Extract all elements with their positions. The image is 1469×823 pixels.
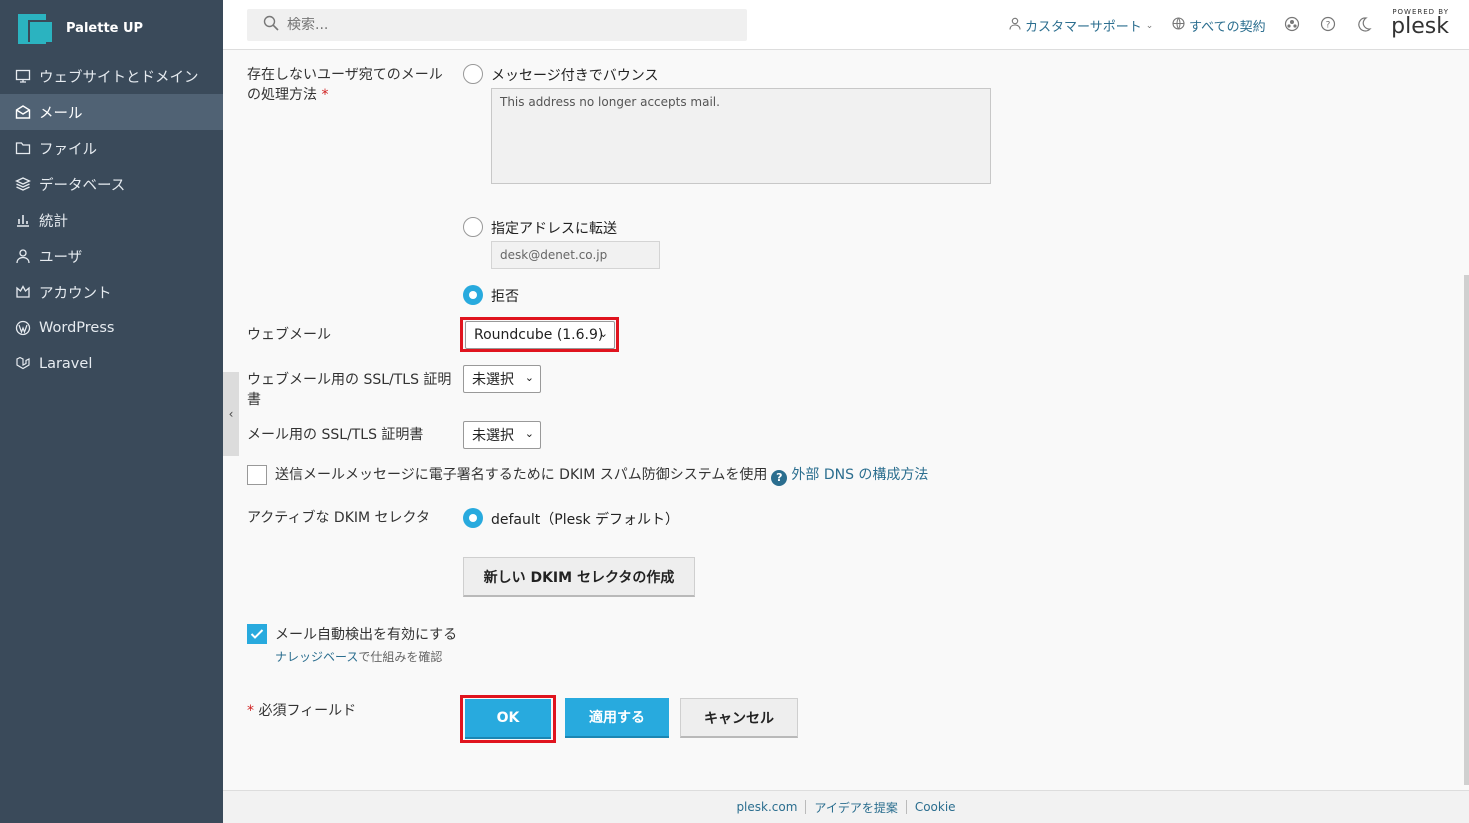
- top-header: カスタマーサポート ⌄ すべての契約 ? POWERED BY plesk: [223, 0, 1469, 50]
- chevron-left-icon: ‹: [228, 407, 234, 421]
- radio-reject[interactable]: [463, 285, 483, 305]
- check-icon: [250, 629, 264, 639]
- all-subscriptions-link[interactable]: すべての契約: [1172, 16, 1266, 35]
- chevron-down-icon: ⌄: [524, 371, 534, 384]
- sidebar-item-label: アカウント: [39, 285, 112, 302]
- palette-logo-icon: [16, 8, 56, 48]
- extensions-icon[interactable]: [1283, 15, 1301, 33]
- mail-ssl-label: メール用の SSL/TLS 証明書: [247, 427, 424, 443]
- sidebar-item-wordpress[interactable]: WordPress: [0, 310, 223, 346]
- webmail-select[interactable]: Roundcube (1.6.9) ⌄: [465, 321, 615, 349]
- sidebar-item-databases[interactable]: データベース: [0, 166, 223, 202]
- customer-support-label: カスタマーサポート: [1025, 20, 1142, 35]
- search-input[interactable]: [287, 17, 707, 33]
- help-icon[interactable]: ?: [1319, 15, 1337, 33]
- brand-name: Palette UP: [66, 20, 144, 36]
- active-dkim-label: アクティブな DKIM セレクタ: [247, 510, 430, 526]
- footer-link-idea[interactable]: アイデアを提案: [806, 799, 905, 816]
- forward-address-input[interactable]: [491, 241, 660, 269]
- dark-mode-icon[interactable]: [1355, 15, 1373, 33]
- footer-link-cookie[interactable]: Cookie: [907, 800, 964, 814]
- autodiscover-label: メール自動検出を有効にする: [275, 627, 458, 643]
- radio-forward-label: 指定アドレスに転送: [491, 221, 617, 237]
- webmail-label: ウェブメール: [247, 327, 331, 343]
- dkim-checkbox[interactable]: [247, 465, 267, 485]
- webmail-ssl-select-value: 未選択: [472, 372, 514, 388]
- dkim-default-label: default（Plesk デフォルト）: [491, 512, 680, 528]
- bounce-message-textarea[interactable]: [491, 88, 991, 184]
- chevron-down-icon: ⌄: [524, 427, 534, 440]
- crown-icon: [14, 283, 32, 301]
- sidebar-item-label: ファイル: [39, 141, 97, 158]
- all-subscriptions-label: すべての契約: [1189, 20, 1266, 35]
- radio-bounce-label: メッセージ付きでバウンス: [491, 68, 659, 84]
- scrollbar[interactable]: [1464, 275, 1469, 785]
- search-bar[interactable]: [247, 9, 747, 41]
- kb-suffix: で仕組みを確認: [358, 650, 443, 664]
- radio-dkim-default[interactable]: [463, 508, 483, 528]
- dkim-row: 送信メールメッセージに電子署名するために DKIM スパム防御システムを使用? 外…: [275, 465, 928, 486]
- help-icon[interactable]: ?: [771, 470, 788, 486]
- plesk-logo[interactable]: POWERED BY plesk: [1389, 8, 1449, 38]
- radio-bounce[interactable]: [463, 64, 483, 84]
- monitor-icon: [14, 67, 32, 85]
- ok-button[interactable]: OK: [465, 699, 551, 739]
- database-icon: [14, 175, 32, 193]
- sidebar-item-label: データベース: [39, 177, 126, 194]
- bar-chart-icon: [14, 211, 32, 229]
- sidebar-item-label: メール: [39, 105, 83, 122]
- apply-button[interactable]: 適用する: [565, 698, 669, 738]
- wordpress-icon: [14, 319, 32, 337]
- dkim-label: 送信メールメッセージに電子署名するために DKIM スパム防御システムを使用: [275, 467, 768, 483]
- kb-row: ナレッジベースで仕組みを確認: [275, 647, 442, 667]
- user-icon: [1009, 17, 1021, 34]
- sidebar-item-files[interactable]: ファイル: [0, 130, 223, 166]
- sidebar-item-users[interactable]: ユーザ: [0, 238, 223, 274]
- mail-ssl-select-value: 未選択: [472, 428, 514, 444]
- chevron-down-icon: ⌄: [598, 327, 608, 340]
- sidebar-item-laravel[interactable]: Laravel: [0, 346, 223, 382]
- sidebar: Palette UP ウェブサイトとドメイン メール ファイル データベース 統…: [0, 0, 223, 823]
- webmail-select-value: Roundcube (1.6.9): [474, 327, 604, 343]
- folder-icon: [14, 139, 32, 157]
- webmail-ssl-label: ウェブメール用の SSL/TLS 証明書: [247, 372, 452, 408]
- autodiscover-checkbox[interactable]: [247, 624, 267, 644]
- sidebar-item-label: Laravel: [39, 356, 93, 372]
- customer-support-menu[interactable]: カスタマーサポート ⌄: [1009, 16, 1153, 35]
- cancel-button[interactable]: キャンセル: [680, 698, 798, 738]
- sidebar-item-label: ユーザ: [39, 249, 83, 266]
- user-icon: [14, 247, 32, 265]
- sidebar-item-label: WordPress: [39, 320, 115, 336]
- new-dkim-selector-button[interactable]: 新しい DKIM セレクタの作成: [463, 557, 695, 597]
- footer-link-plesk[interactable]: plesk.com: [728, 800, 805, 814]
- envelope-icon: [14, 103, 32, 121]
- knowledge-base-link[interactable]: ナレッジベース: [275, 650, 358, 664]
- sidebar-item-label: ウェブサイトとドメイン: [39, 69, 199, 86]
- nonexistent-user-label: 存在しないユーザ宛てのメール の処理方法 *: [247, 67, 443, 103]
- svg-text:?: ?: [1326, 21, 1331, 31]
- chevron-down-icon: ⌄: [1145, 20, 1154, 31]
- radio-forward[interactable]: [463, 217, 483, 237]
- mail-ssl-select[interactable]: 未選択 ⌄: [463, 421, 541, 449]
- sidebar-item-account[interactable]: アカウント: [0, 274, 223, 310]
- footer: plesk.com アイデアを提案 Cookie: [223, 790, 1469, 823]
- required-note: * 必須フィールド: [247, 703, 357, 719]
- sidebar-item-statistics[interactable]: 統計: [0, 202, 223, 238]
- search-icon: [263, 15, 279, 35]
- webmail-ssl-select[interactable]: 未選択 ⌄: [463, 365, 541, 393]
- sidebar-item-label: 統計: [39, 213, 68, 230]
- external-dns-link[interactable]: 外部 DNS の構成方法: [791, 467, 928, 483]
- sidebar-item-websites[interactable]: ウェブサイトとドメイン: [0, 58, 223, 94]
- plesk-wordmark: plesk: [1391, 14, 1449, 39]
- laravel-icon: [14, 355, 32, 373]
- sidebar-item-mail[interactable]: メール: [0, 94, 223, 130]
- globe-icon: [1172, 17, 1185, 34]
- sidebar-collapse-toggle[interactable]: ‹: [223, 372, 239, 456]
- radio-reject-label: 拒否: [491, 289, 519, 305]
- brand[interactable]: Palette UP: [0, 0, 223, 56]
